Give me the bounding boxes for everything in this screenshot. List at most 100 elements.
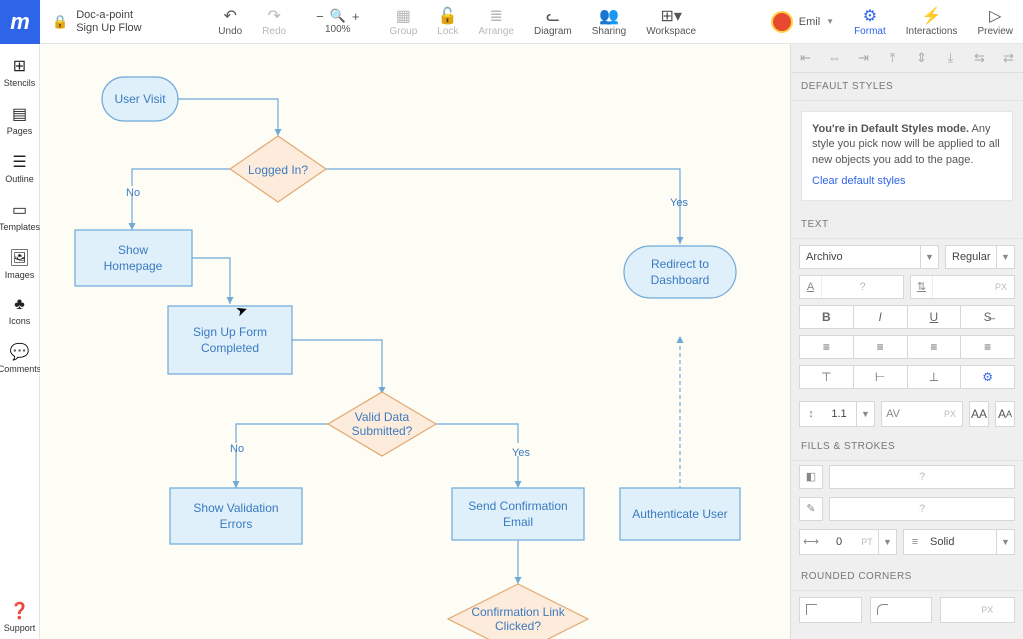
svg-text:Clicked?: Clicked? [495, 619, 541, 633]
node-send-email[interactable] [452, 488, 584, 540]
stroke-value[interactable]: ? [829, 497, 1015, 521]
align-center-button[interactable]: ≡ [854, 335, 908, 359]
preview-tab[interactable]: ▷ Preview [967, 6, 1023, 37]
rail-pages[interactable]: ▤Pages [0, 100, 39, 142]
font-family-select[interactable]: Archivo▼ [799, 245, 939, 269]
svg-text:Valid Data: Valid Data [355, 410, 410, 424]
canvas[interactable]: No Yes No Yes User Visit L [40, 44, 790, 639]
valign-bottom-button[interactable]: ⊥ [908, 365, 962, 389]
user-menu[interactable]: Emil▼ [761, 11, 844, 33]
support-icon: ❓ [10, 601, 30, 621]
font-size-input[interactable]: ⇅PX [910, 275, 1015, 299]
interactions-icon: ⚡ [922, 6, 942, 26]
svg-text:Redirect to: Redirect to [651, 257, 709, 271]
node-signup-completed[interactable] [168, 306, 292, 374]
arrange-icon: ≣ [489, 6, 502, 26]
fill-swatch[interactable]: ◧ [799, 465, 823, 489]
rail-outline[interactable]: ☰Outline [0, 148, 39, 190]
images-icon: 🖼 [9, 248, 29, 268]
distribute-v-icon: ⇄ [994, 44, 1023, 72]
diagram-button[interactable]: ᓚ Diagram [524, 6, 582, 37]
underline-button[interactable]: U [908, 305, 962, 329]
font-weight-select[interactable]: Regular▼ [945, 245, 1015, 269]
text-settings-button[interactable]: ⚙ [961, 365, 1015, 389]
stroke-style-select[interactable]: ≡Solid▼ [903, 529, 1015, 555]
rail-images[interactable]: 🖼Images [0, 244, 39, 286]
letter-spacing-input[interactable]: AVPX [881, 401, 963, 427]
align-tools[interactable]: ⇤⇔⇥ ⤒⇕⤓ ⇆⇄ [791, 44, 1023, 73]
rail-templates[interactable]: ▭Templates [0, 196, 39, 238]
doc-subtitle[interactable]: Sign Up Flow [76, 22, 141, 35]
undo-button[interactable]: ↶ Undo [208, 6, 252, 37]
node-validation-errors[interactable] [170, 488, 302, 544]
section-text: TEXT [791, 211, 1023, 239]
uppercase-button[interactable]: AA [969, 401, 989, 427]
svg-text:Errors: Errors [220, 517, 253, 531]
zoom-control[interactable]: −🔍+ 100% [306, 8, 369, 35]
arrange-button[interactable]: ≣ Arrange [468, 6, 524, 37]
rail-stencils[interactable]: ⊞Stencils [0, 52, 39, 94]
group-button[interactable]: ▦ Group [379, 6, 427, 37]
comments-icon: 💬 [10, 342, 30, 362]
redo-icon: ↷ [267, 6, 280, 26]
document-title-block: 🔒 Doc-a-point Sign Up Flow [40, 9, 154, 35]
distribute-h-icon: ⇆ [965, 44, 994, 72]
node-redirect-dashboard[interactable] [624, 246, 736, 298]
valign-middle-button[interactable]: ⊢ [854, 365, 908, 389]
svg-text:Yes: Yes [512, 447, 530, 459]
lock-tool-icon: 🔓 [438, 6, 458, 26]
italic-button[interactable]: I [854, 305, 908, 329]
text-style-buttons[interactable]: B I U S̶ [791, 305, 1023, 335]
undo-icon: ↶ [224, 6, 237, 26]
fill-value[interactable]: ? [829, 465, 1015, 489]
svg-text:Sign Up Form: Sign Up Form [193, 325, 267, 339]
align-right-icon: ⇥ [849, 44, 878, 72]
format-tab[interactable]: ⚙ Format [844, 6, 896, 37]
svg-text:Send Confirmation: Send Confirmation [468, 499, 567, 513]
workspace-button[interactable]: ⊞▾ Workspace [636, 6, 706, 37]
interactions-tab[interactable]: ⚡ Interactions [896, 6, 968, 37]
templates-icon: ▭ [12, 200, 27, 220]
clear-default-styles-link[interactable]: Clear default styles [812, 174, 906, 189]
text-valign-buttons[interactable]: ⊤ ⊢ ⊥ ⚙ [791, 365, 1023, 395]
outline-icon: ☰ [12, 152, 26, 172]
redo-button[interactable]: ↷ Redo [252, 6, 296, 37]
section-corners: ROUNDED CORNERS [791, 563, 1023, 591]
bold-button[interactable]: B [799, 305, 854, 329]
valign-top-button[interactable]: ⊤ [799, 365, 854, 389]
text-align-buttons[interactable]: ≡ ≡ ≡ ≡ [791, 335, 1023, 365]
align-right-button[interactable]: ≡ [908, 335, 962, 359]
rail-comments[interactable]: 💬Comments [0, 338, 39, 380]
rail-icons[interactable]: ♣Icons [0, 292, 39, 332]
strike-button[interactable]: S̶ [961, 305, 1015, 329]
preview-icon: ▷ [989, 6, 1001, 26]
align-left-icon: ⇤ [791, 44, 820, 72]
font-color-input[interactable]: A? [799, 275, 904, 299]
stencils-icon: ⊞ [13, 56, 26, 76]
doc-title[interactable]: Doc-a-point [76, 9, 141, 22]
align-left-button[interactable]: ≡ [799, 335, 854, 359]
align-bottom-icon: ⤓ [936, 44, 965, 72]
svg-text:Logged In?: Logged In? [248, 163, 308, 177]
sharing-button[interactable]: 👥 Sharing [582, 6, 636, 37]
corner-square-button[interactable] [799, 597, 862, 623]
node-show-homepage[interactable] [75, 230, 192, 286]
align-justify-button[interactable]: ≡ [961, 335, 1015, 359]
line-height-input[interactable]: ↕1.1▼ [799, 401, 875, 427]
flowchart-svg: No Yes No Yes User Visit L [40, 44, 790, 639]
corner-radius-input[interactable]: PX [940, 597, 1015, 623]
diagram-icon: ᓚ [546, 6, 560, 26]
icons-icon: ♣ [14, 296, 25, 314]
group-icon: ▦ [396, 6, 411, 26]
default-styles-note: You're in Default Styles mode. Any style… [801, 111, 1013, 201]
lock-button[interactable]: 🔓 Lock [427, 6, 468, 37]
svg-text:Yes: Yes [670, 197, 688, 209]
corner-round-button[interactable] [870, 597, 933, 623]
stroke-width-input[interactable]: ⟷0PT▼ [799, 529, 897, 555]
mixedcase-button[interactable]: AA [995, 401, 1015, 427]
top-toolbar: m 🔒 Doc-a-point Sign Up Flow ↶ Undo ↷ Re… [0, 0, 1023, 44]
rail-support[interactable]: ❓Support [0, 597, 39, 639]
svg-text:Show: Show [118, 243, 148, 257]
app-logo[interactable]: m [0, 0, 40, 44]
stroke-swatch[interactable]: ✎ [799, 497, 823, 521]
